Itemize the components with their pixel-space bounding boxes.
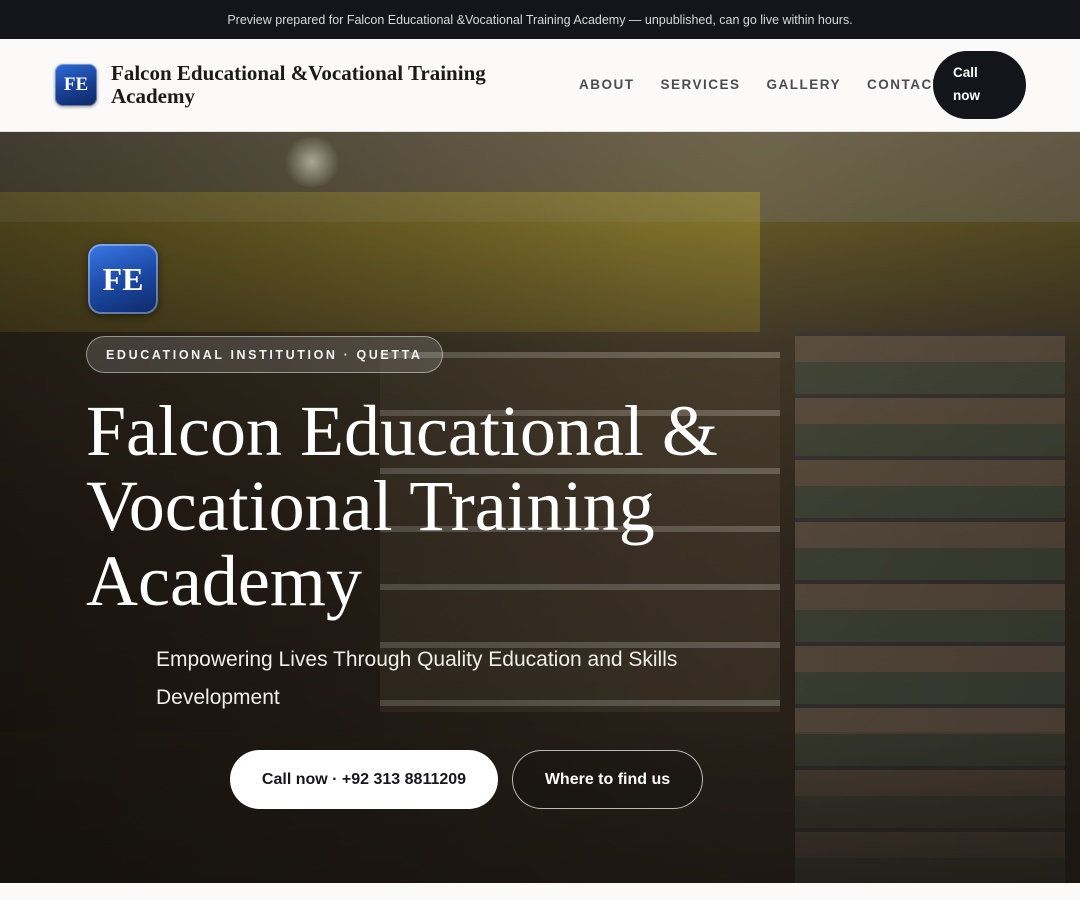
site-header: FE Falcon Educational &Vocational Traini… <box>0 39 1080 132</box>
main-nav: ABOUT SERVICES GALLERY CONTACT <box>579 77 969 92</box>
nav-item-services[interactable]: SERVICES <box>661 77 741 92</box>
preview-banner-text: Preview prepared for Falcon Educational … <box>227 12 853 27</box>
hero-subtitle: Empowering Lives Through Quality Educati… <box>156 648 678 709</box>
category-badge: EDUCATIONAL INSTITUTION · QUETTA <box>86 336 443 373</box>
call-phone-button[interactable]: Call now · +92 313 8811209 <box>230 750 498 809</box>
brand-logo[interactable]: FE <box>55 64 97 106</box>
category-badge-text: EDUCATIONAL INSTITUTION · QUETTA <box>106 347 423 362</box>
next-section-edge <box>0 883 1080 900</box>
preview-banner: Preview prepared for Falcon Educational … <box>0 0 1080 39</box>
nav-item-contact[interactable]: CONTACT <box>867 77 943 92</box>
hero-title: Falcon Educational & Vocational Training… <box>86 391 718 621</box>
call-now-button[interactable]: Call now <box>933 51 1026 119</box>
hero-logo: FE <box>88 244 158 314</box>
find-us-button[interactable]: Where to find us <box>512 750 703 809</box>
hero-section: FE EDUCATIONAL INSTITUTION · QUETTA Falc… <box>0 132 1080 883</box>
nav-item-gallery[interactable]: GALLERY <box>767 77 842 92</box>
nav-item-about[interactable]: ABOUT <box>579 77 635 92</box>
brand-name[interactable]: Falcon Educational &Vocational Training … <box>111 62 541 108</box>
